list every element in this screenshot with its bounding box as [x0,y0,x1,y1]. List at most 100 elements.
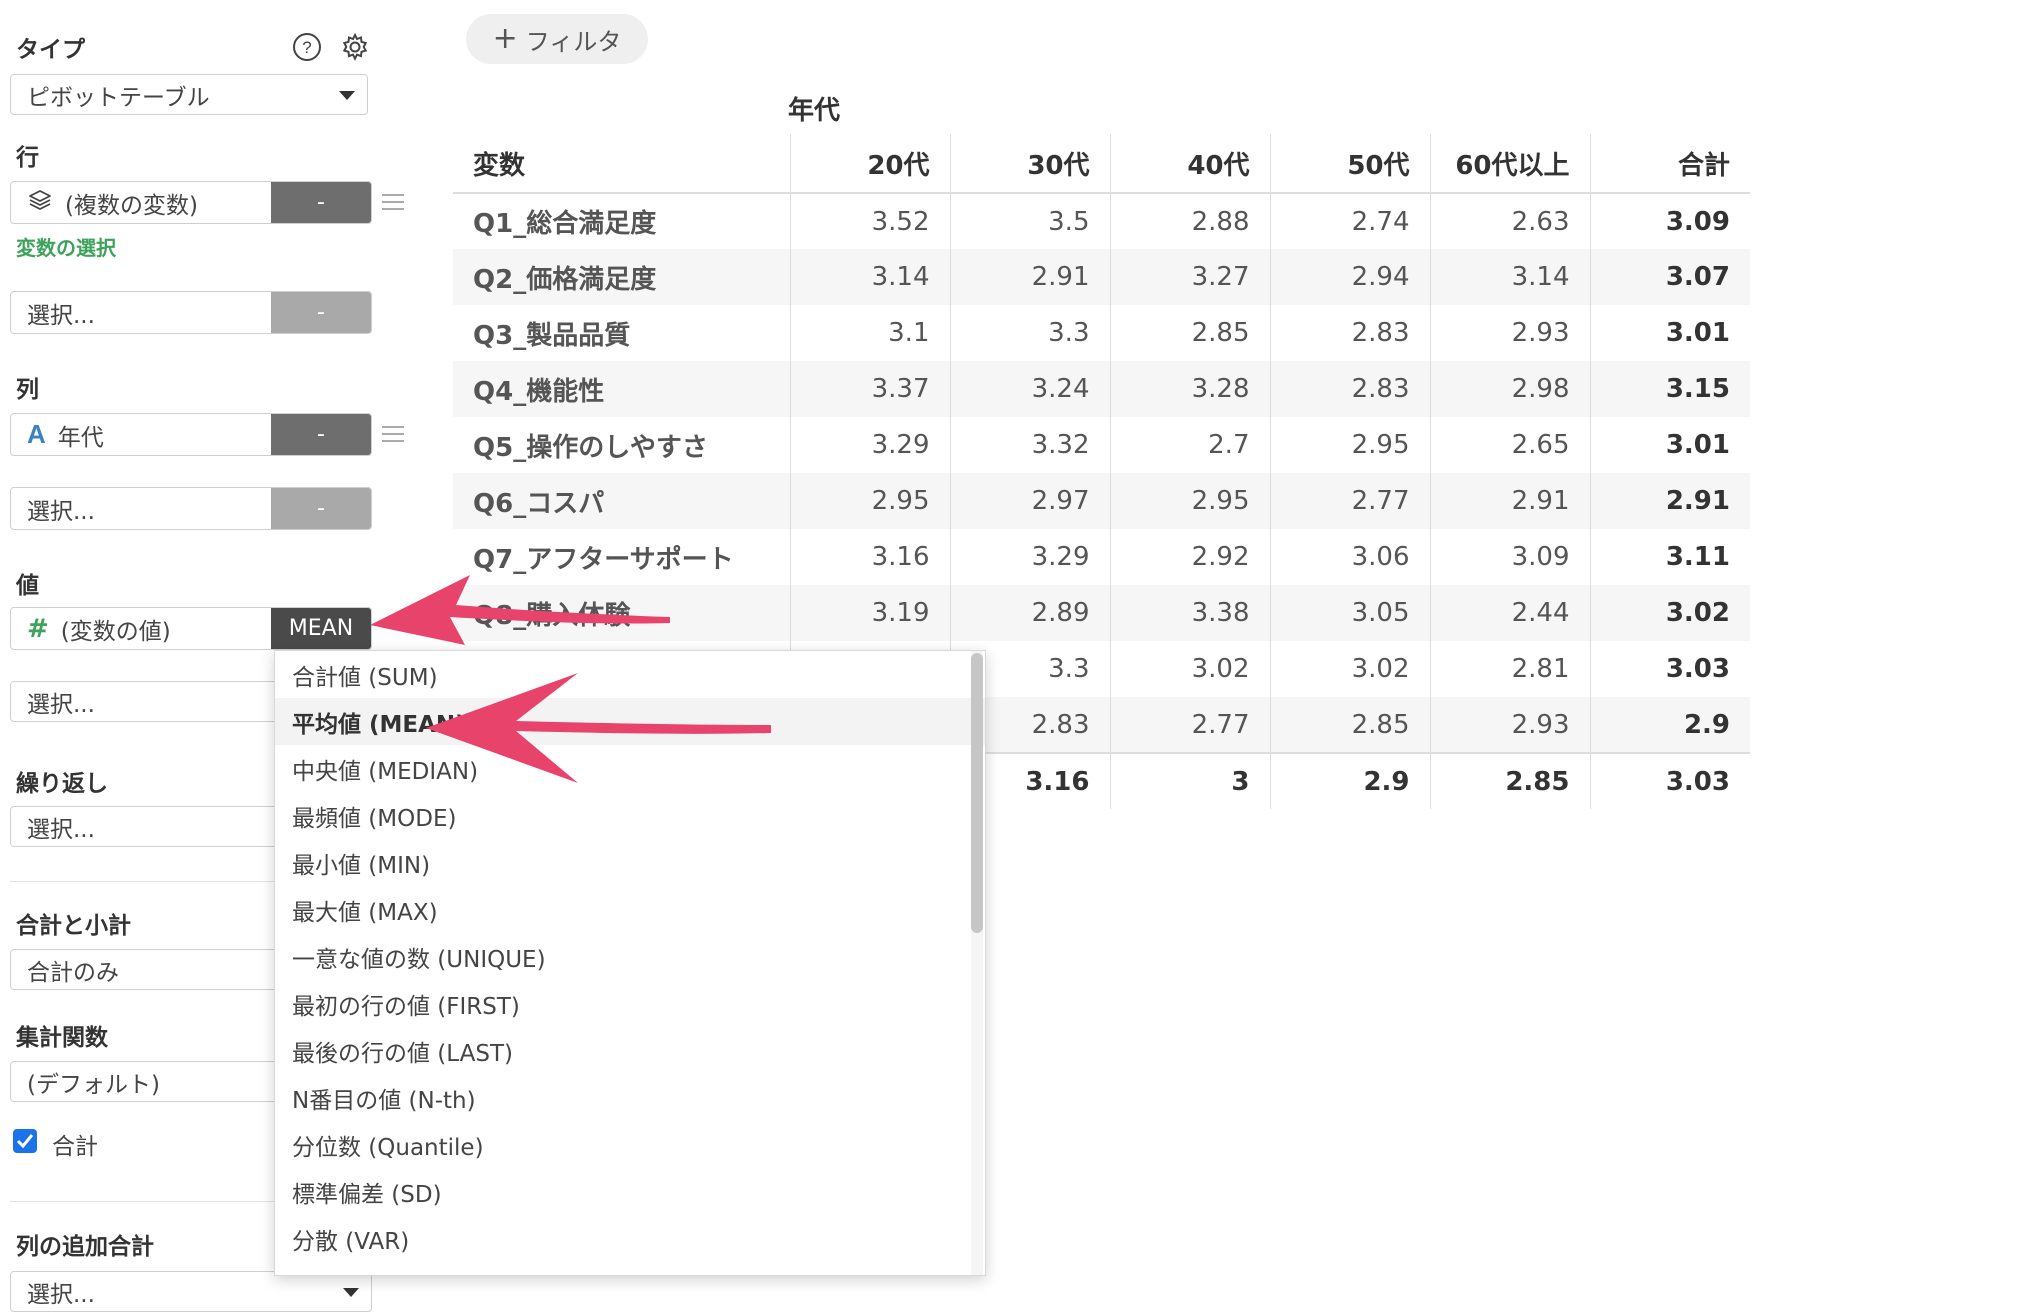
table-cell: 3.05 [1270,585,1431,641]
dropdown-option[interactable]: 分散 (VAR) [275,1215,985,1262]
table-cell: 2.77 [1270,473,1431,529]
dropdown-option[interactable]: 最初の行の値 (FIRST) [275,980,985,1027]
add-filter-button[interactable]: + フィルタ [466,14,648,64]
variable-select-link[interactable]: 変数の選択 [16,232,116,261]
column-add-button[interactable]: - [271,488,371,529]
hash-icon: # [27,613,49,644]
table-row: Q2_価格満足度 3.14 2.91 3.27 2.94 3.14 3.07 [453,249,1750,305]
table-cell: 2.83 [1270,361,1431,417]
gear-icon[interactable] [340,32,370,68]
dropdown-option[interactable]: 最後の行の値 (LAST) [275,1027,985,1074]
column-field-name: 年代 [57,424,104,451]
grand-total-cell: 2.85 [1430,752,1591,809]
table-row: Q6_コスパ 2.95 2.97 2.95 2.77 2.91 2.91 [453,473,1750,529]
row-add-placeholder: 選択... [27,302,95,329]
table-cell: 2.95 [1270,417,1431,473]
layers-icon [27,188,53,218]
row-field-name: (複数の変数) [65,192,198,219]
column-add-select[interactable]: 選択... - [10,487,372,530]
column-header: 60代以上 [1430,134,1591,194]
table-cell: 2.88 [1110,193,1271,249]
chevron-down-icon [339,91,355,100]
dropdown-option[interactable]: 一意な値の数 (UNIQUE) [275,933,985,980]
scrollbar-thumb[interactable] [971,653,983,933]
repeat-select[interactable]: 選択... [10,806,280,847]
table-cell: 2.85 [1110,305,1271,361]
extra-total-placeholder: 選択... [27,1281,95,1308]
table-cell: 3.02 [1110,641,1271,697]
row-remove-button[interactable]: - [271,182,371,223]
extra-total-label: 列の追加合計 [16,1234,154,1260]
column-remove-button[interactable]: - [271,414,371,455]
value-field-pill[interactable]: # (変数の値) MEAN [10,607,372,650]
row-total-cell: 3.09 [1665,206,1730,237]
dropdown-option[interactable]: 合計値 (SUM) [275,651,985,698]
value-field-name: (変数の値) [60,618,171,645]
dropdown-scrollbar[interactable] [971,651,983,1275]
row-add-select[interactable]: 選択... - [10,291,372,334]
help-icon[interactable]: ? [292,32,322,68]
grand-total-cell: 3 [1110,752,1271,809]
table-cell: 2.89 [950,585,1111,641]
table-cell: 2.83 [1270,305,1431,361]
column-group-header: 年代 [788,96,841,126]
aggfunc-select[interactable]: (デフォルト) [10,1061,280,1102]
column-field-pill[interactable]: A 年代 - [10,413,372,456]
table-cell: 3.14 [1430,249,1591,305]
type-label: タイプ [16,37,85,63]
dropdown-option[interactable]: 最大値 (MAX) [275,886,985,933]
row-total-cell: 3.15 [1590,361,1750,417]
drag-handle-icon[interactable] [382,194,404,210]
checkbox-checked-icon[interactable] [12,1128,38,1160]
row-label-cell: Q8_購入体験 [453,585,791,641]
filter-label: フィルタ [525,27,622,56]
totals-label: 合計と小計 [16,913,131,939]
table-row: Q1_総合満足度 3.52 3.5 2.88 2.74 2.63 3.09 [453,193,1750,249]
chart-type-select[interactable]: ピボットテーブル [10,74,368,115]
column-header: 20代 [790,134,951,194]
svg-text:?: ? [302,38,311,57]
table-cell: 2.92 [1110,529,1271,585]
grand-total-cell: 3.03 [1590,752,1750,809]
table-cell: 3.29 [950,529,1111,585]
text-type-icon: A [27,419,46,449]
table-cell: 2.91 [950,249,1111,305]
row-total-cell: 3.01 [1665,430,1730,460]
row-total-cell: 3.01 [1665,318,1730,348]
row-label-cell: Q6_コスパ [453,473,791,529]
table-row: Q7_アフターサポート 3.16 3.29 2.92 3.06 3.09 3.11 [453,529,1750,585]
total-checkbox-row[interactable]: 合計 [12,1127,98,1161]
table-cell: 3.09 [1430,529,1591,585]
drag-handle-icon[interactable] [382,426,404,442]
table-cell: 2.91 [1430,473,1591,529]
aggregation-dropdown[interactable]: 合計値 (SUM) 平均値 (MEAN) 中央値 (MEDIAN) 最頻値 (MODE… [274,650,986,1276]
row-field-pill[interactable]: (複数の変数) - [10,181,372,224]
extra-total-select[interactable]: 選択... [10,1271,372,1312]
value-label: 値 [16,573,39,599]
value-add-select[interactable]: 選択... [10,681,280,722]
aggregation-button[interactable]: MEAN [271,608,371,649]
table-cell: 2.77 [1110,697,1271,753]
dropdown-option[interactable]: 平均値 (MEAN) [275,698,985,745]
table-cell: 2.85 [1270,697,1431,753]
row-label-cell: Q7_アフターサポート [453,529,791,585]
row-add-button[interactable]: - [271,292,371,333]
dropdown-option[interactable]: N番目の値 (N-th) [275,1074,985,1121]
dropdown-option[interactable]: 標準偏差 (SD) [275,1168,985,1215]
column-header: 50代 [1270,134,1431,194]
table-cell: 3.16 [790,529,951,585]
chevron-down-icon [343,1288,359,1297]
totals-select[interactable]: 合計のみ [10,949,280,990]
table-cell: 3.06 [1270,529,1431,585]
table-row: Q4_機能性 3.37 3.24 3.28 2.83 2.98 3.15 [453,361,1750,417]
dropdown-option[interactable]: 中央値 (MEDIAN) [275,745,985,792]
row-label: 行 [16,145,39,171]
table-cell: 2.44 [1430,585,1591,641]
row-label-cell: Q1_総合満足度 [453,193,791,249]
row-label-cell: Q3_製品品質 [453,305,791,361]
dropdown-option[interactable]: 最小値 (MIN) [275,839,985,886]
table-cell: 3.38 [1110,585,1271,641]
dropdown-option[interactable]: 最頻値 (MODE) [275,792,985,839]
table-cell: 3.24 [950,361,1111,417]
dropdown-option[interactable]: 分位数 (Quantile) [275,1121,985,1168]
